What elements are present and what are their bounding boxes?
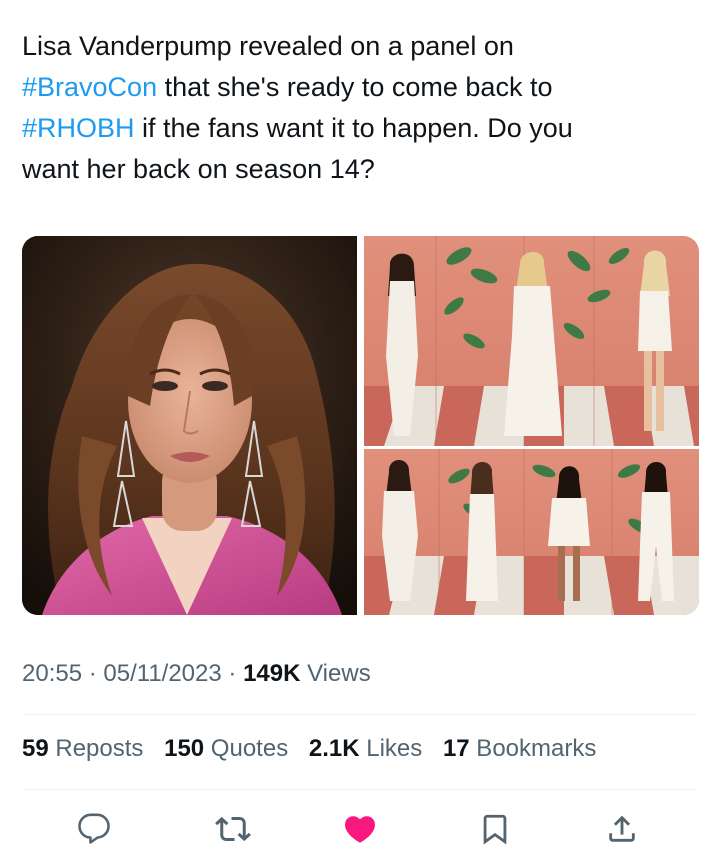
tweet-date[interactable]: 05/11/2023 <box>103 660 221 687</box>
meta-separator: · <box>82 660 104 687</box>
tweet-line-3: #RHOBH if the fans want it to happen. Do… <box>22 108 698 149</box>
tweet-text-segment: Lisa Vanderpump revealed on a panel on <box>22 31 514 61</box>
tweet-line-2: #BravoCon that she's ready to come back … <box>22 67 698 108</box>
media-photo-portrait[interactable] <box>22 236 357 615</box>
reply-icon <box>78 813 110 844</box>
share-icon <box>609 815 635 842</box>
tweet-meta: 20:55 · 05/11/2023 · 149K Views <box>22 660 371 688</box>
reposts-stat[interactable]: 59 Reposts <box>22 735 143 762</box>
likes-label: Likes <box>359 735 423 762</box>
hashtag-bravocon-link[interactable]: #BravoCon <box>22 72 157 102</box>
tweet-text: Lisa Vanderpump revealed on a panel on #… <box>22 26 698 190</box>
tweet-text-segment: if the fans want it to happen. Do you <box>134 113 573 143</box>
meta-separator: · <box>221 660 244 687</box>
divider <box>22 714 698 715</box>
tweet-text-segment: want her back on season 14? <box>22 154 375 184</box>
likes-count: 2.1K <box>308 735 360 762</box>
share-button[interactable] <box>602 809 642 849</box>
bookmarks-label: Bookmarks <box>469 735 597 762</box>
tweet-text-segment: that she's ready to come back to <box>157 72 553 102</box>
bookmarks-count: 17 <box>442 735 470 762</box>
like-button[interactable] <box>340 809 380 849</box>
views-label: Views <box>300 660 371 687</box>
tweet-time[interactable]: 20:55 <box>22 660 82 687</box>
quotes-stat[interactable]: 150 Quotes <box>164 735 288 762</box>
reposts-count: 59 <box>22 735 49 762</box>
repost-button[interactable] <box>213 809 253 849</box>
bookmark-button[interactable] <box>475 809 515 849</box>
divider <box>22 789 698 790</box>
tweet-stats: 59 Reposts 150 Quotes 2.1K Likes 17 Book… <box>22 735 610 763</box>
quotes-count: 150 <box>164 735 205 762</box>
tweet-line-1: Lisa Vanderpump revealed on a panel on <box>22 26 698 67</box>
media-photo-cast-grid[interactable] <box>364 236 699 615</box>
views-count: 149K <box>243 660 301 687</box>
reposts-label: Reposts <box>48 735 144 762</box>
hashtag-rhobh-link[interactable]: #RHOBH <box>22 113 135 143</box>
quotes-label: Quotes <box>204 735 289 762</box>
likes-stat[interactable]: 2.1K Likes <box>309 735 422 762</box>
bookmark-icon <box>483 814 507 845</box>
tweet-line-4: want her back on season 14? <box>22 149 698 190</box>
bookmarks-stat[interactable]: 17 Bookmarks <box>443 735 596 762</box>
reply-button[interactable] <box>74 809 114 849</box>
tweet-actions <box>0 803 720 853</box>
repost-icon <box>215 816 251 842</box>
heart-icon <box>344 816 376 843</box>
tweet-media <box>22 236 699 615</box>
